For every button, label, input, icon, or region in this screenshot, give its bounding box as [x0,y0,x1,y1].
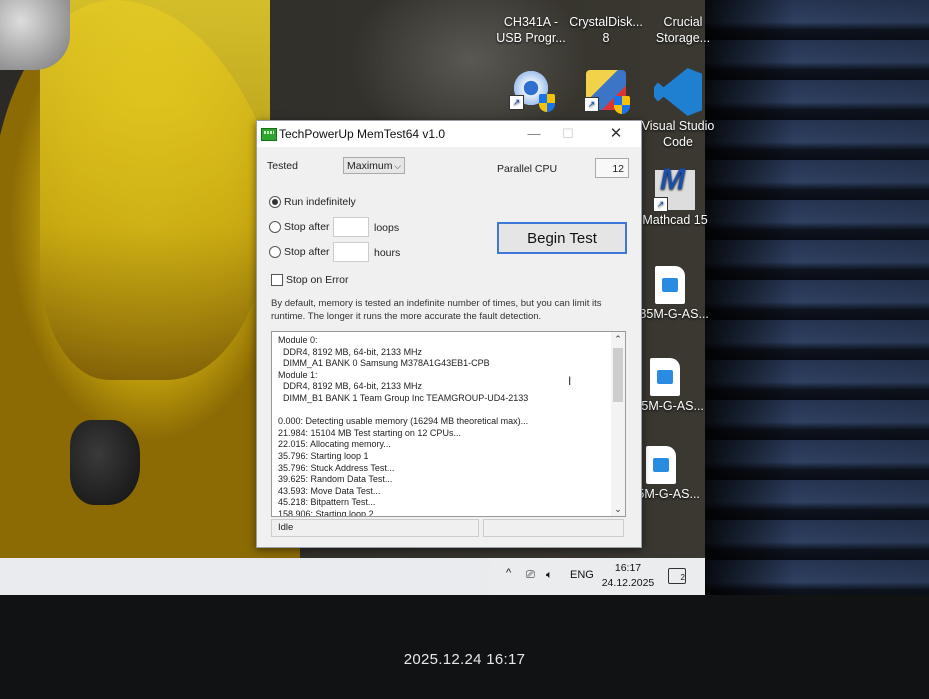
installer-icon: ↗ [584,70,630,114]
system-tray: ^ ⎚ 🔈︎ ENG 16:17 24.12.2025 2 [490,558,703,594]
text-cursor-icon: I [568,374,572,388]
run-indefinitely-label: Run indefinitely [284,196,356,208]
clock[interactable]: 16:17 24.12.2025 [600,561,656,591]
begin-test-button[interactable]: Begin Test [497,222,627,254]
blinds-shadow [705,0,929,620]
wallpaper-mask [0,0,70,70]
fan-icon: ↗ [509,68,555,112]
log-line: 43.593: Move Data Test... [278,485,381,496]
desktop-icon-ch341a[interactable]: CH341A - USB Progr... [491,14,571,46]
window-title: TechPowerUp MemTest64 v1.0 [279,127,446,141]
log-line: 39.625: Random Data Test... [278,474,393,485]
log-line: DDR4, 8192 MB, 64-bit, 2133 MHz [278,346,423,357]
desktop-icon-label: Visual Studio Code [641,119,715,149]
stop-on-error-checkbox[interactable] [271,274,283,286]
stop-on-error-label: Stop on Error [286,274,349,286]
log-line: DDR4, 8192 MB, 64-bit, 2133 MHz [278,381,423,392]
loops-input[interactable] [333,217,369,237]
log-line: Module 0: [278,335,318,345]
hours-input[interactable] [333,242,369,262]
desktop-icon-document-1[interactable]: B85M-G-AS... [630,266,710,322]
tested-select[interactable]: Maximum ⌵ [343,157,405,174]
stop-after-hours-radio[interactable] [269,246,281,258]
close-button[interactable]: ✕ [601,121,631,147]
loops-label: loops [374,222,400,234]
log-line: 45.218: Bitpattern Test... [278,497,376,508]
parallel-cpu-label: Parallel CPU [497,163,558,175]
log-line: 22.015: Allocating memory... [278,439,391,450]
minimize-button[interactable]: — [519,121,549,147]
title-bar[interactable]: TechPowerUp MemTest64 v1.0 — ☐ ✕ [257,121,641,147]
maximize-button[interactable]: ☐ [553,121,583,147]
desktop-icon-installer[interactable]: ↗ [566,70,646,114]
status-panel [483,519,624,537]
desktop-icon-label: CrystalDisk... 8 [569,15,643,45]
status-text: Idle [271,519,479,537]
mathcad-icon: M ↗ [653,165,695,212]
parallel-cpu-field[interactable]: 12 [595,158,629,178]
info-text: By default, memory is tested an indefini… [271,298,602,322]
hours-label: hours [374,247,401,259]
vscode-icon [654,68,702,116]
wallpaper-figure-highlight [40,0,270,380]
desktop-icon-crystaldisk[interactable]: CrystalDisk... 8 [566,14,646,46]
shortcut-arrow-icon: ↗ [653,197,668,212]
network-icon[interactable]: ⎚ [526,569,535,582]
memory-chip-icon [261,128,277,141]
wallpaper-glove [70,420,140,505]
status-bar: Idle [271,519,624,537]
scroll-down-icon[interactable]: ⌄ [611,502,625,516]
log-line: Module 1: [278,369,318,380]
log-scrollbar[interactable]: ⌃ ⌄ [611,332,625,516]
log-line: 35.796: Starting loop 1 [278,450,369,461]
volume-icon[interactable]: 🔈︎ [546,569,553,582]
log-line: 158.906: Starting loop 2 [278,508,374,517]
scroll-up-icon[interactable]: ⌃ [611,332,625,346]
log-line: DIMM_B1 BANK 1 Team Group Inc TEAMGROUP-… [278,392,529,403]
desktop-icon-label: CH341A - USB Progr... [496,15,566,45]
clock-date: 24.12.2025 [601,577,655,589]
shortcut-arrow-icon: ↗ [509,95,524,110]
scroll-thumb[interactable] [613,348,623,402]
stop-after-hours-label: Stop after [284,246,330,258]
log-line: 0.000: Detecting usable memory (16294 MB… [278,416,529,427]
log-lines: Module 0: DDR4, 8192 MB, 64-bit, 2133 MH… [278,335,603,517]
log-line: DIMM_A1 BANK 0 Samsung M378A1G43EB1-CPB [278,358,490,369]
desktop-icon-label: Crucial Storage... [655,15,711,45]
log-line: 21.984: 15104 MB Test starting on 12 CPU… [278,427,461,438]
memtest-window: TechPowerUp MemTest64 v1.0 — ☐ ✕ Tested … [256,120,642,548]
clock-time: 16:17 [614,562,642,574]
uac-shield-icon [539,94,555,112]
log-line: 35.796: Stuck Address Test... [278,462,395,473]
photo-bottom [0,595,929,699]
stop-after-loops-label: Stop after [284,221,330,233]
tested-label: Tested [267,160,298,172]
desktop-icon-fan-utility[interactable]: ↗ [491,68,571,112]
show-hidden-icons-button[interactable]: ^ [506,567,511,579]
document-icon [650,358,680,396]
document-icon [646,446,676,484]
desktop-icon-label: B85M-G-AS... [631,307,709,321]
desktop-icon-label: Mathcad 15 [642,213,708,227]
language-indicator[interactable]: ENG [570,569,594,581]
desktop-icon-mathcad[interactable]: M ↗ Mathcad 15 [635,165,715,228]
notification-center-icon[interactable]: 2 [668,568,686,584]
desktop-icon-vscode[interactable]: Visual Studio Code [638,68,718,150]
desktop-icon-crucial[interactable]: Crucial Storage... [643,14,723,46]
tested-select-value: Maximum [347,160,393,172]
photo-timestamp: 2025.12.24 16:17 [403,651,526,668]
run-indefinitely-radio[interactable] [269,196,281,208]
uac-shield-icon [614,96,630,114]
chevron-down-icon: ⌵ [394,161,401,171]
shortcut-arrow-icon: ↗ [584,97,599,112]
log-output[interactable]: Module 0: DDR4, 8192 MB, 64-bit, 2133 MH… [271,331,626,517]
document-icon [655,266,685,304]
stop-after-loops-radio[interactable] [269,221,281,233]
